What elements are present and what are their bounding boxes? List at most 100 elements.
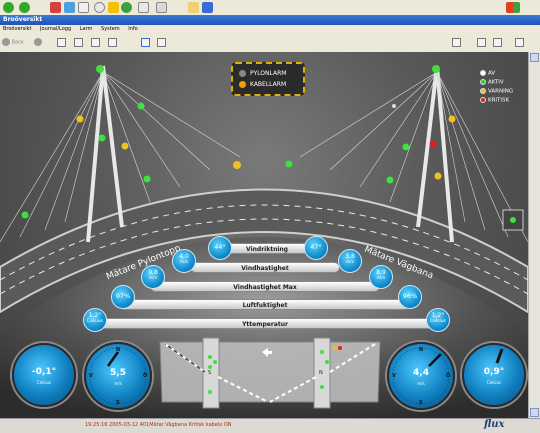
gauge-unit: Celsius: [87, 319, 103, 324]
dial-unit: m/s: [417, 381, 425, 386]
refresh-icon[interactable]: [74, 38, 83, 47]
stop-icon[interactable]: [50, 2, 61, 13]
gauge-unit: m/s: [345, 260, 355, 265]
home-icon[interactable]: [78, 2, 89, 13]
browser-toolbar: [0, 0, 540, 16]
status-critical-icon: [480, 97, 486, 103]
back-arrow-icon[interactable]: [3, 2, 14, 13]
print-icon[interactable]: [156, 2, 167, 13]
gauge-vindhastighet-max-left: 9,8 m/s: [141, 265, 165, 289]
dial-value: 0,9°: [483, 367, 505, 377]
cable-alarm-label: KABELLARM: [250, 81, 287, 88]
gauge-vindhastighet-max-right: 8,9 m/s: [369, 265, 393, 289]
layout-icon[interactable]: [157, 38, 166, 47]
status-active-icon: [480, 79, 486, 85]
legend-label: VARNING: [488, 88, 514, 95]
menu-item-journal[interactable]: Journal/Logg: [40, 26, 71, 32]
legend-varning: VARNING: [480, 88, 513, 95]
wind-dial-right: N Ö S V 4,4 m/s: [387, 342, 455, 410]
settings-icon[interactable]: [515, 38, 524, 47]
compass-n: N: [419, 347, 424, 353]
legend-label: AKTIV: [488, 79, 504, 86]
gauge-vindhastighet-right: 3,8 m/s: [338, 249, 362, 273]
compass-s: S: [419, 400, 423, 406]
temperature-dial-right: 0,9° Celsius: [462, 343, 526, 407]
row-label-vindhastighet: Vindhastighet: [190, 262, 340, 273]
gauge-unit: m/s: [179, 260, 189, 265]
status-warning-icon: [480, 88, 486, 94]
dial-unit: Celsius: [36, 380, 52, 385]
refresh-icon[interactable]: [64, 2, 75, 13]
dial-value: -0,1°: [31, 367, 57, 377]
pylon-left: [101, 65, 124, 228]
menu-item-broöversikt[interactable]: Broöversikt: [3, 26, 31, 32]
user-icon[interactable]: [493, 38, 502, 47]
back-label: Back: [11, 39, 24, 46]
menu-item-system[interactable]: System: [101, 26, 120, 32]
temperature-dial-left: -0,1° Celsius: [12, 343, 76, 407]
vertical-scrollbar[interactable]: [528, 52, 540, 418]
pylon-alarm-label: PYLONLARM: [250, 70, 287, 77]
view-icon[interactable]: [141, 38, 150, 47]
windows-logo-icon: [506, 2, 520, 13]
gauge-unit: m/s: [148, 276, 158, 281]
dial-unit: Celsius: [486, 380, 502, 385]
scroll-down-icon[interactable]: [530, 408, 539, 417]
search-icon[interactable]: [94, 2, 105, 13]
printer-icon[interactable]: [477, 38, 486, 47]
window-title: Broöversikt: [0, 15, 540, 25]
gauge-value: 44°: [214, 243, 226, 251]
row-label-yttemperatur: Yttemperatur: [95, 318, 435, 329]
back-button[interactable]: Back: [2, 38, 24, 46]
svg-text:N: N: [319, 370, 323, 376]
folder-icon[interactable]: [188, 2, 199, 13]
forward-button[interactable]: [34, 38, 42, 46]
row-label-luftfuktighet: Luftfuktighet: [120, 299, 410, 310]
gauge-vindriktning-right: 47°: [304, 236, 328, 260]
menu-item-info[interactable]: Info: [128, 26, 137, 32]
bridge-overview-panel: S N PYLONLARM KABELLARM AV AKTIV VARNING…: [0, 52, 528, 418]
stop-icon[interactable]: [57, 38, 66, 47]
history-icon[interactable]: [121, 2, 132, 13]
scroll-up-icon[interactable]: [530, 53, 539, 62]
search-icon[interactable]: [108, 38, 117, 47]
pylon-right: [435, 65, 454, 243]
gauge-vindriktning-left: 44°: [208, 236, 232, 260]
legend-label: AV: [488, 70, 496, 77]
pylon-alarm: PYLONLARM: [239, 69, 301, 78]
compass-n: N: [116, 347, 121, 353]
dial-value: 4,4: [413, 368, 429, 378]
gauge-unit: m/s: [376, 276, 386, 281]
legend-label: KRITISK: [488, 97, 510, 104]
home-icon[interactable]: [91, 38, 100, 47]
favorites-icon[interactable]: [108, 2, 119, 13]
gauge-value: 97%: [115, 292, 131, 300]
cable-alarm: KABELLARM: [239, 80, 301, 89]
legend-kritisk: KRITISK: [480, 97, 509, 104]
gauge-luftfuktighet-left: 97%: [111, 285, 135, 309]
gauge-luftfuktighet-right: 96%: [398, 285, 422, 309]
gauge-value: 47°: [310, 243, 322, 251]
columns-icon[interactable]: [452, 38, 461, 47]
dial-value: 5,5: [110, 368, 126, 378]
gauge-yttemperatur-right: 1,2° Celsius: [426, 308, 450, 332]
app-toolbar: Back: [0, 34, 540, 53]
pylon-alarm-icon: [239, 70, 246, 77]
menu-bar: Broöversikt Journal/Logg Larm System Inf…: [0, 25, 540, 34]
wind-dial-left: N Ö S V 5,5 m/s: [84, 342, 152, 410]
status-bar: 19:25:16 2005-03-12 401Mätar Vägbana Kri…: [0, 418, 540, 433]
gauge-yttemperatur-left: 1,2° Celsius: [83, 308, 107, 332]
menu-item-larm[interactable]: Larm: [80, 26, 93, 32]
status-off-icon: [480, 70, 486, 76]
gauge-vindhastighet-left: 4,0 m/s: [172, 249, 196, 273]
svg-text:S: S: [208, 370, 211, 376]
forward-arrow-icon[interactable]: [19, 2, 30, 13]
gauge-unit: Celsius: [430, 319, 446, 324]
mail-icon[interactable]: [138, 2, 149, 13]
compass-s: S: [116, 400, 120, 406]
dial-unit: m/s: [114, 381, 122, 386]
row-label-vindhastighet-max: Vindhastighet Max: [150, 281, 380, 292]
alarm-panel[interactable]: PYLONLARM KABELLARM: [231, 62, 305, 96]
brand-logo: flux: [484, 419, 505, 430]
messenger-icon[interactable]: [202, 2, 213, 13]
